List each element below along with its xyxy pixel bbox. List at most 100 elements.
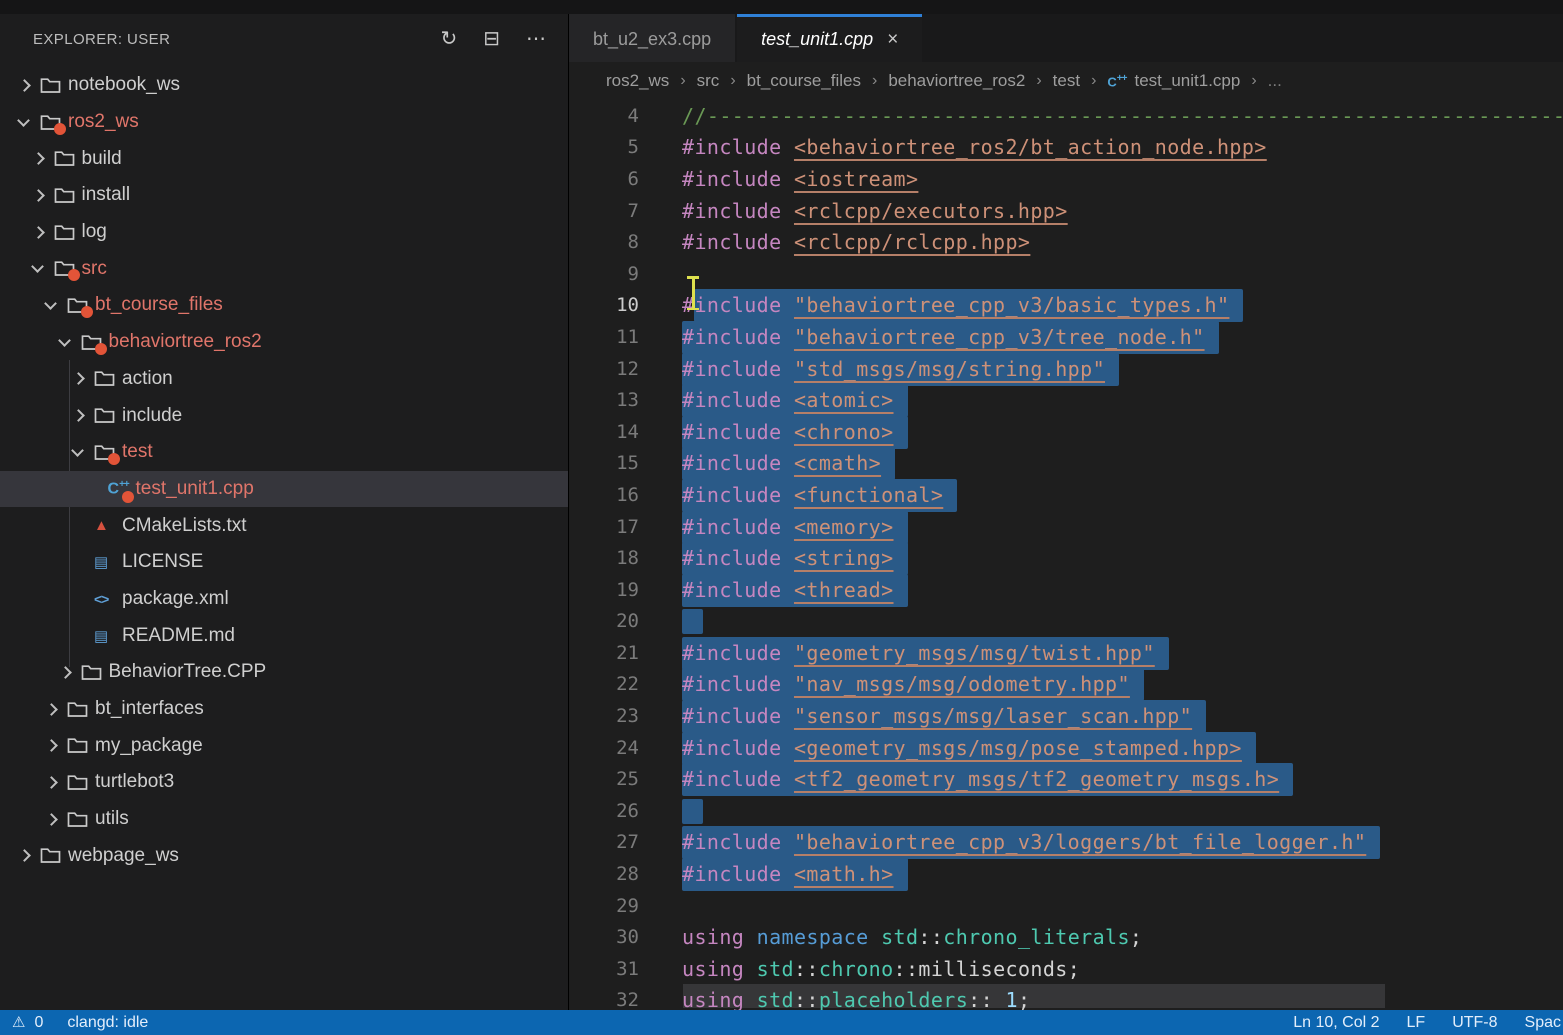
- tree-item-src[interactable]: src: [0, 250, 568, 287]
- tree-item-log[interactable]: log: [0, 214, 568, 251]
- tree-item-bt-interfaces[interactable]: bt_interfaces: [0, 691, 568, 728]
- code-line[interactable]: 20: [569, 606, 1563, 638]
- code-line[interactable]: 19#include <thread>: [569, 574, 1563, 606]
- breadcrumb-separator-icon: ›: [872, 72, 877, 90]
- chevron-down-icon: [31, 260, 44, 273]
- code-line[interactable]: 23#include "sensor_msgs/msg/laser_scan.h…: [569, 700, 1563, 732]
- chevron-slot[interactable]: [73, 411, 94, 420]
- code-line[interactable]: 5#include <behaviortree_ros2/bt_action_n…: [569, 132, 1563, 164]
- chevron-slot[interactable]: [46, 778, 67, 787]
- tree-item-license[interactable]: ▤LICENSE: [0, 544, 568, 581]
- code-editor[interactable]: 4//-------------------------------------…: [569, 100, 1563, 1010]
- code-line[interactable]: 16#include <functional>: [569, 479, 1563, 511]
- tree-item-action[interactable]: action: [0, 361, 568, 398]
- encoding-indicator[interactable]: UTF-8: [1452, 1014, 1497, 1032]
- chevron-slot[interactable]: [46, 705, 67, 714]
- tree-item-readme-md[interactable]: ▤README.md: [0, 617, 568, 654]
- breadcrumb-overflow[interactable]: ...: [1268, 71, 1282, 91]
- tab-bt-u2-ex3-cpp[interactable]: bt_u2_ex3.cpp: [569, 14, 735, 62]
- chevron-slot[interactable]: [46, 815, 67, 824]
- chevron-slot[interactable]: [46, 303, 67, 308]
- tree-item-webpage-ws[interactable]: webpage_ws: [0, 837, 568, 874]
- code-line[interactable]: 27#include "behaviortree_cpp_v3/loggers/…: [569, 827, 1563, 859]
- tree-item-icon: [54, 224, 82, 241]
- chevron-slot[interactable]: [46, 741, 67, 750]
- tree-item-utils[interactable]: utils: [0, 801, 568, 838]
- tab-label: test_unit1.cpp: [761, 29, 873, 50]
- code-line[interactable]: 9: [569, 258, 1563, 290]
- tree-item-notebook-ws[interactable]: notebook_ws: [0, 67, 568, 104]
- tree-item-bt-course-files[interactable]: bt_course_files: [0, 287, 568, 324]
- tree-item-package-xml[interactable]: <>package.xml: [0, 581, 568, 618]
- tree-item-include[interactable]: include: [0, 397, 568, 434]
- chevron-slot[interactable]: [33, 191, 54, 200]
- collapse-folders-icon[interactable]: ⊟: [483, 29, 500, 49]
- chevron-slot[interactable]: [60, 668, 81, 677]
- code-line[interactable]: 30using namespace std::chrono_literals;: [569, 921, 1563, 953]
- code-line[interactable]: 21#include "geometry_msgs/msg/twist.hpp": [569, 637, 1563, 669]
- tab-close-icon[interactable]: ×: [887, 29, 898, 51]
- code-line[interactable]: 7#include <rclcpp/executors.hpp>: [569, 195, 1563, 227]
- code-line[interactable]: 6#include <iostream>: [569, 163, 1563, 195]
- code-line[interactable]: 25#include <tf2_geometry_msgs/tf2_geomet…: [569, 763, 1563, 795]
- code-line[interactable]: 14#include <chrono>: [569, 416, 1563, 448]
- tab-test-unit1-cpp[interactable]: test_unit1.cpp ×: [737, 14, 922, 62]
- tree-item-cmakelists-txt[interactable]: ▲CMakeLists.txt: [0, 507, 568, 544]
- indentation-indicator[interactable]: Spac: [1525, 1014, 1561, 1032]
- breadcrumb-item[interactable]: test: [1053, 71, 1080, 91]
- code-line[interactable]: 28#include <math.h>: [569, 858, 1563, 890]
- chevron-slot[interactable]: [60, 340, 81, 345]
- code-line[interactable]: 10#include "behaviortree_cpp_v3/basic_ty…: [569, 290, 1563, 322]
- code-line[interactable]: 8#include <rclcpp/rclcpp.hpp>: [569, 226, 1563, 258]
- chevron-slot[interactable]: [33, 266, 54, 271]
- breadcrumb-item[interactable]: bt_course_files: [747, 71, 861, 91]
- chevron-slot[interactable]: [19, 120, 40, 125]
- eol-indicator[interactable]: LF: [1407, 1014, 1426, 1032]
- code-line-text: #include "nav_msgs/msg/odometry.hpp": [682, 672, 1144, 696]
- line-number: 27: [569, 831, 639, 853]
- tree-item-my-package[interactable]: my_package: [0, 727, 568, 764]
- chevron-slot[interactable]: [33, 154, 54, 163]
- line-number: 24: [569, 737, 639, 759]
- clangd-status[interactable]: clangd: idle: [67, 1014, 148, 1032]
- more-actions-icon[interactable]: ⋯: [526, 29, 546, 49]
- problems-indicator[interactable]: ⚠ 0: [12, 1014, 43, 1032]
- tree-item-label: turtlebot3: [95, 771, 174, 793]
- folder-icon: [67, 774, 88, 791]
- chevron-slot[interactable]: [33, 228, 54, 237]
- cursor-position[interactable]: Ln 10, Col 2: [1293, 1014, 1379, 1032]
- tree-item-test-unit1-cpp[interactable]: C++test_unit1.cpp: [0, 471, 568, 508]
- code-line[interactable]: 4//-------------------------------------…: [569, 100, 1563, 132]
- tree-item-behaviortree-cpp[interactable]: BehaviorTree.CPP: [0, 654, 568, 691]
- code-line[interactable]: 12#include "std_msgs/msg/string.hpp": [569, 353, 1563, 385]
- chevron-slot[interactable]: [73, 374, 94, 383]
- license-file-icon: ▤: [94, 553, 108, 571]
- code-line-text: #include "geometry_msgs/msg/twist.hpp": [682, 641, 1169, 665]
- tree-item-behaviortree-ros2[interactable]: behaviortree_ros2: [0, 324, 568, 361]
- code-line[interactable]: 31using std::chrono::milliseconds;: [569, 953, 1563, 985]
- code-line[interactable]: 11#include "behaviortree_cpp_v3/tree_nod…: [569, 321, 1563, 353]
- tree-item-ros2-ws[interactable]: ros2_ws: [0, 104, 568, 141]
- chevron-slot[interactable]: [73, 450, 94, 455]
- code-line[interactable]: 29: [569, 890, 1563, 922]
- tree-item-build[interactable]: build: [0, 140, 568, 177]
- tree-item-turtlebot3[interactable]: turtlebot3: [0, 764, 568, 801]
- code-line[interactable]: 22#include "nav_msgs/msg/odometry.hpp": [569, 669, 1563, 701]
- breadcrumb-item[interactable]: src: [697, 71, 720, 91]
- refresh-explorer-icon[interactable]: ↻: [440, 29, 457, 49]
- code-line[interactable]: 13#include <atomic>: [569, 384, 1563, 416]
- tree-item-install[interactable]: install: [0, 177, 568, 214]
- tree-item-label: bt_course_files: [95, 294, 223, 316]
- breadcrumb-item[interactable]: behaviortree_ros2: [888, 71, 1025, 91]
- code-line[interactable]: 24#include <geometry_msgs/msg/pose_stamp…: [569, 732, 1563, 764]
- tree-item-test[interactable]: test: [0, 434, 568, 471]
- code-line[interactable]: 32using std::placeholders::_1;: [569, 985, 1563, 1010]
- code-line[interactable]: 15#include <cmath>: [569, 448, 1563, 480]
- chevron-slot[interactable]: [19, 851, 40, 860]
- code-line[interactable]: 18#include <string>: [569, 542, 1563, 574]
- code-line[interactable]: 26: [569, 795, 1563, 827]
- code-line[interactable]: 17#include <memory>: [569, 511, 1563, 543]
- breadcrumb-item-file[interactable]: test_unit1.cpp: [1134, 71, 1240, 91]
- chevron-slot[interactable]: [19, 81, 40, 90]
- breadcrumb-item[interactable]: ros2_ws: [606, 71, 669, 91]
